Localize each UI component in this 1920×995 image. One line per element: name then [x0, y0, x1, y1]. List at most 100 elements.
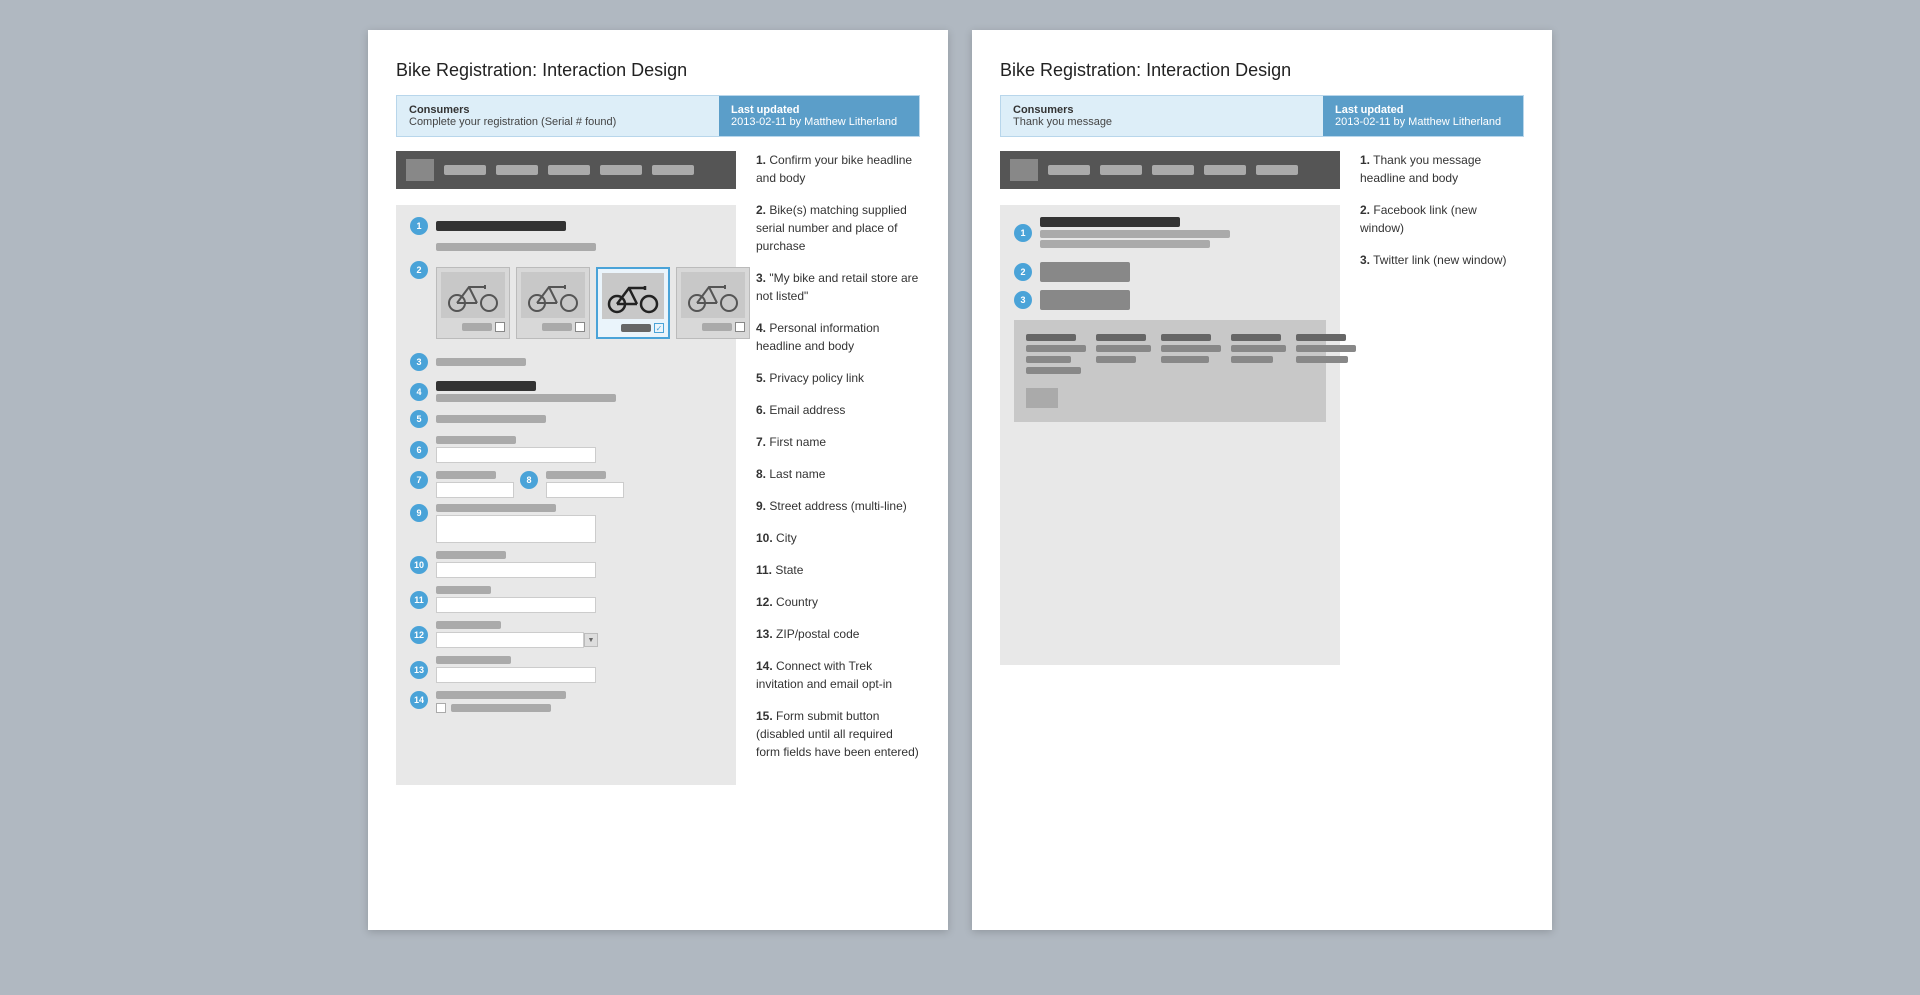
title-bold: Bike Registration: [396, 60, 542, 80]
firstname-input[interactable] [436, 482, 514, 498]
right-wireframe-area: 1 2 3 [1000, 151, 1340, 665]
gc4-bar-2 [1231, 345, 1286, 352]
consumers-value: Complete your registration (Serial # fou… [409, 116, 707, 128]
wf-row-5: 5 [410, 410, 722, 428]
street-input[interactable] [436, 515, 596, 543]
country-dropdown-wrapper: ▼ [436, 632, 722, 648]
right-nav-logo [1010, 159, 1038, 181]
wf-bar-5 [436, 415, 546, 423]
wf-row-12: 12 ▼ [410, 621, 722, 648]
last-updated-value: 2013-02-11 by Matthew Litherland [731, 116, 907, 128]
field-lastname [546, 471, 624, 498]
note-3: 3. "My bike and retail store are not lis… [756, 269, 920, 305]
note-6-num: 6. [756, 403, 766, 417]
wf-row-10: 10 [410, 551, 722, 578]
right-wf-row-1: 1 [1014, 217, 1326, 248]
city-input[interactable] [436, 562, 596, 578]
dropdown-arrow-icon[interactable]: ▼ [584, 633, 598, 647]
right-notes: 1. Thank you message headline and body 2… [1340, 151, 1524, 665]
note-4: 4. Personal information headline and bod… [756, 319, 920, 355]
note-6-text: Email address [769, 403, 845, 417]
facebook-btn[interactable] [1040, 262, 1130, 282]
ty-bar-3 [1040, 240, 1210, 248]
gc4-bar-1 [1231, 334, 1281, 341]
state-input[interactable] [436, 597, 596, 613]
note-7-num: 7. [756, 435, 766, 449]
country-dropdown[interactable] [436, 632, 584, 648]
zip-input[interactable] [436, 667, 596, 683]
right-note-3-text: Twitter link (new window) [1373, 253, 1506, 267]
right-consumers-label: Consumers [1013, 104, 1311, 116]
nav-item-4 [600, 165, 642, 175]
wf-row-3: 3 [410, 353, 722, 371]
gray-submit-btn[interactable] [1026, 388, 1058, 408]
note-5: 5. Privacy policy link [756, 369, 920, 387]
field-country: ▼ [436, 621, 722, 648]
info-bar-right: Last updated 2013-02-11 by Matthew Lithe… [719, 96, 919, 136]
ty-bar-2 [1040, 230, 1230, 238]
twitter-btn[interactable] [1040, 290, 1130, 310]
right-title-sub: Interaction Design [1146, 60, 1291, 80]
note-15-num: 15. [756, 709, 773, 723]
bike-card-3[interactable]: ✓ [596, 267, 670, 339]
bike-check-3[interactable]: ✓ [654, 323, 664, 333]
gc-bar-3 [1026, 356, 1071, 363]
circle-2: 2 [410, 261, 428, 279]
bike-card-2[interactable] [516, 267, 590, 339]
nav-item-1 [444, 165, 486, 175]
bike-text-4 [702, 323, 732, 331]
right-wireframe-body: 1 2 3 [1000, 205, 1340, 665]
country-label [436, 621, 501, 629]
note-1-text: Confirm your bike headline and body [756, 153, 912, 185]
wireframe-body: 1 2 [396, 205, 736, 785]
state-label [436, 586, 491, 594]
bike-label-2 [521, 322, 585, 332]
gc2-bar-1 [1096, 334, 1146, 341]
bike-svg-3 [607, 278, 659, 314]
note-9: 9. Street address (multi-line) [756, 497, 920, 515]
right-nav-4 [1204, 165, 1246, 175]
zip-label [436, 656, 511, 664]
bike-img-3 [602, 273, 664, 319]
connect-label [436, 691, 566, 699]
note-2-text: Bike(s) matching supplied serial number … [756, 203, 907, 253]
circle-5: 5 [410, 410, 428, 428]
note-12-num: 12. [756, 595, 773, 609]
circle-4: 4 [410, 383, 428, 401]
note-8-num: 8. [756, 467, 766, 481]
note-10-text: City [776, 531, 797, 545]
right-circle-2: 2 [1014, 263, 1032, 281]
note-1: 1. Confirm your bike headline and body [756, 151, 920, 187]
note-13-text: ZIP/postal code [776, 627, 859, 641]
wf-row-7-8: 7 8 [410, 471, 722, 498]
gc5-bar-1 [1296, 334, 1346, 341]
note-11: 11. State [756, 561, 920, 579]
note-11-num: 11. [756, 563, 772, 577]
right-info-bar-left: Consumers Thank you message [1001, 96, 1323, 136]
left-panel-title: Bike Registration: Interaction Design [396, 60, 920, 81]
right-last-updated-label: Last updated [1335, 104, 1511, 116]
bike-card-1[interactable] [436, 267, 510, 339]
note-7-text: First name [769, 435, 826, 449]
connect-checkbox[interactable] [436, 703, 446, 713]
note-15-text: Form submit button (disabled until all r… [756, 709, 919, 759]
lastname-label [546, 471, 606, 479]
lastname-input[interactable] [546, 482, 624, 498]
wf-bar-4 [436, 381, 536, 391]
gc-bar-1 [1026, 334, 1076, 341]
note-5-num: 5. [756, 371, 766, 385]
gc4-bar-3 [1231, 356, 1273, 363]
note-12-text: Country [776, 595, 818, 609]
bike-check-2[interactable] [575, 322, 585, 332]
right-wf-row-2: 2 [1014, 262, 1326, 282]
note-9-num: 9. [756, 499, 766, 513]
right-note-3: 3. Twitter link (new window) [1360, 251, 1524, 269]
bike-svg-1 [447, 277, 499, 313]
nav-item-5 [652, 165, 694, 175]
bike-img-2 [521, 272, 585, 318]
note-7: 7. First name [756, 433, 920, 451]
email-input[interactable] [436, 447, 596, 463]
bike-check-1[interactable] [495, 322, 505, 332]
gc2-bar-3 [1096, 356, 1136, 363]
circle-3: 3 [410, 353, 428, 371]
